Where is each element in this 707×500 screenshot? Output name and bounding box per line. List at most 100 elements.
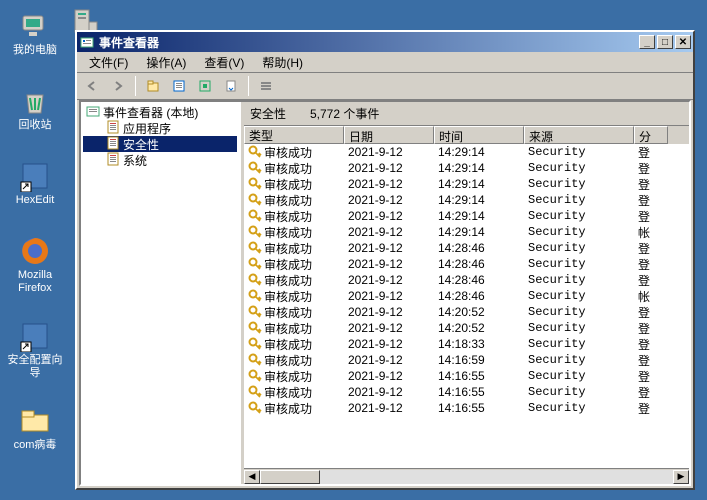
cell-category: 登: [634, 208, 668, 225]
cell-time: 14:28:46: [434, 241, 524, 255]
menu-action[interactable]: 操作(A): [138, 52, 194, 73]
cell-source: Security: [524, 289, 634, 303]
event-row[interactable]: 审核成功2021-9-1214:29:14Security帐: [244, 224, 689, 240]
recycle-icon: [19, 85, 51, 117]
list-panel: 安全性 5,772 个事件 类型 日期 时间 来源 分 审核成功2021-9-1…: [244, 102, 689, 484]
panel-header: 安全性 5,772 个事件: [244, 102, 689, 126]
scroll-track[interactable]: [260, 470, 673, 484]
cell-date: 2021-9-12: [344, 385, 434, 399]
menu-view[interactable]: 查看(V): [196, 52, 252, 73]
col-date[interactable]: 日期: [344, 126, 434, 144]
event-row[interactable]: 审核成功2021-9-1214:29:14Security登: [244, 144, 689, 160]
cell-time: 14:16:59: [434, 353, 524, 367]
event-row[interactable]: 审核成功2021-9-1214:20:52Security登: [244, 320, 689, 336]
properties-button[interactable]: [168, 75, 190, 97]
tree-item-label: 应用程序: [121, 120, 171, 137]
cell-source: Security: [524, 353, 634, 367]
export-button[interactable]: [220, 75, 242, 97]
col-time[interactable]: 时间: [434, 126, 524, 144]
cell-source: Security: [524, 193, 634, 207]
event-row[interactable]: 审核成功2021-9-1214:16:55Security登: [244, 368, 689, 384]
desktop-icon[interactable]: HexEdit: [5, 160, 65, 207]
cell-date: 2021-9-12: [344, 241, 434, 255]
listview-body[interactable]: 审核成功2021-9-1214:29:14Security登审核成功2021-9…: [244, 144, 689, 468]
event-row[interactable]: 审核成功2021-9-1214:28:46Security登: [244, 256, 689, 272]
cell-category: 登: [634, 256, 668, 273]
event-row[interactable]: 审核成功2021-9-1214:16:59Security登: [244, 352, 689, 368]
cell-type: 审核成功: [244, 256, 344, 273]
log-icon: [105, 120, 121, 137]
desktop-icon[interactable]: 回收站: [5, 85, 65, 132]
event-row[interactable]: 审核成功2021-9-1214:28:46Security登: [244, 240, 689, 256]
col-category[interactable]: 分: [634, 126, 668, 144]
event-row[interactable]: 审核成功2021-9-1214:28:46Security帐: [244, 288, 689, 304]
scroll-right-button[interactable]: ▶: [673, 470, 689, 484]
minimize-button[interactable]: _: [639, 35, 655, 49]
cell-time: 14:29:14: [434, 225, 524, 239]
event-row[interactable]: 审核成功2021-9-1214:16:55Security登: [244, 400, 689, 416]
tree-item-label: 系统: [121, 152, 147, 169]
tree-root[interactable]: 事件查看器 (本地): [83, 104, 237, 120]
cell-category: 登: [634, 400, 668, 417]
tree-item[interactable]: 安全性: [83, 136, 237, 152]
scroll-thumb[interactable]: [260, 470, 320, 484]
cell-date: 2021-9-12: [344, 289, 434, 303]
tree-item[interactable]: 应用程序: [83, 120, 237, 136]
menu-file[interactable]: 文件(F): [81, 52, 136, 73]
log-icon: [105, 152, 121, 169]
audit-success-icon: [248, 401, 262, 415]
cell-date: 2021-9-12: [344, 145, 434, 159]
back-button[interactable]: [81, 75, 103, 97]
cell-type: 审核成功: [244, 192, 344, 209]
audit-success-icon: [248, 241, 262, 255]
audit-success-icon: [248, 193, 262, 207]
event-row[interactable]: 审核成功2021-9-1214:29:14Security登: [244, 192, 689, 208]
event-row[interactable]: 审核成功2021-9-1214:18:33Security登: [244, 336, 689, 352]
menu-help[interactable]: 帮助(H): [254, 52, 311, 73]
cell-time: 14:16:55: [434, 369, 524, 383]
cell-source: Security: [524, 273, 634, 287]
cell-type: 审核成功: [244, 336, 344, 353]
audit-success-icon: [248, 177, 262, 191]
cell-time: 14:20:52: [434, 321, 524, 335]
tree-item[interactable]: 系统: [83, 152, 237, 168]
event-row[interactable]: 审核成功2021-9-1214:20:52Security登: [244, 304, 689, 320]
cell-type: 审核成功: [244, 320, 344, 337]
titlebar[interactable]: 事件查看器 _ □ ✕: [77, 32, 693, 52]
event-row[interactable]: 审核成功2021-9-1214:29:14Security登: [244, 160, 689, 176]
refresh-button[interactable]: [194, 75, 216, 97]
cell-source: Security: [524, 321, 634, 335]
maximize-button[interactable]: □: [657, 35, 673, 49]
cell-date: 2021-9-12: [344, 161, 434, 175]
col-source[interactable]: 来源: [524, 126, 634, 144]
cell-date: 2021-9-12: [344, 305, 434, 319]
list-button[interactable]: [255, 75, 277, 97]
close-button[interactable]: ✕: [675, 35, 691, 49]
toolbar-separator: [135, 76, 136, 96]
eventlog-root-icon: [85, 104, 101, 121]
cell-category: 登: [634, 160, 668, 177]
cell-source: Security: [524, 401, 634, 415]
mycomputer-icon: [19, 10, 51, 42]
cell-date: 2021-9-12: [344, 209, 434, 223]
tree-panel: 事件查看器 (本地) 应用程序安全性系统: [81, 102, 241, 484]
event-row[interactable]: 审核成功2021-9-1214:16:55Security登: [244, 384, 689, 400]
cell-date: 2021-9-12: [344, 337, 434, 351]
up-button[interactable]: [142, 75, 164, 97]
listview: 类型 日期 时间 来源 分 审核成功2021-9-1214:29:14Secur…: [244, 126, 689, 484]
cell-time: 14:16:55: [434, 385, 524, 399]
scroll-left-button[interactable]: ◀: [244, 470, 260, 484]
window-title: 事件查看器: [99, 34, 637, 51]
event-row[interactable]: 审核成功2021-9-1214:29:14Security登: [244, 176, 689, 192]
cell-type: 审核成功: [244, 208, 344, 225]
cell-type: 审核成功: [244, 368, 344, 385]
horizontal-scrollbar[interactable]: ◀ ▶: [244, 468, 689, 484]
col-type[interactable]: 类型: [244, 126, 344, 144]
forward-button[interactable]: [107, 75, 129, 97]
cell-type: 审核成功: [244, 224, 344, 241]
desktop-icon[interactable]: com病毒: [5, 405, 65, 452]
cell-date: 2021-9-12: [344, 369, 434, 383]
event-row[interactable]: 审核成功2021-9-1214:29:14Security登: [244, 208, 689, 224]
event-row[interactable]: 审核成功2021-9-1214:28:46Security登: [244, 272, 689, 288]
audit-success-icon: [248, 305, 262, 319]
